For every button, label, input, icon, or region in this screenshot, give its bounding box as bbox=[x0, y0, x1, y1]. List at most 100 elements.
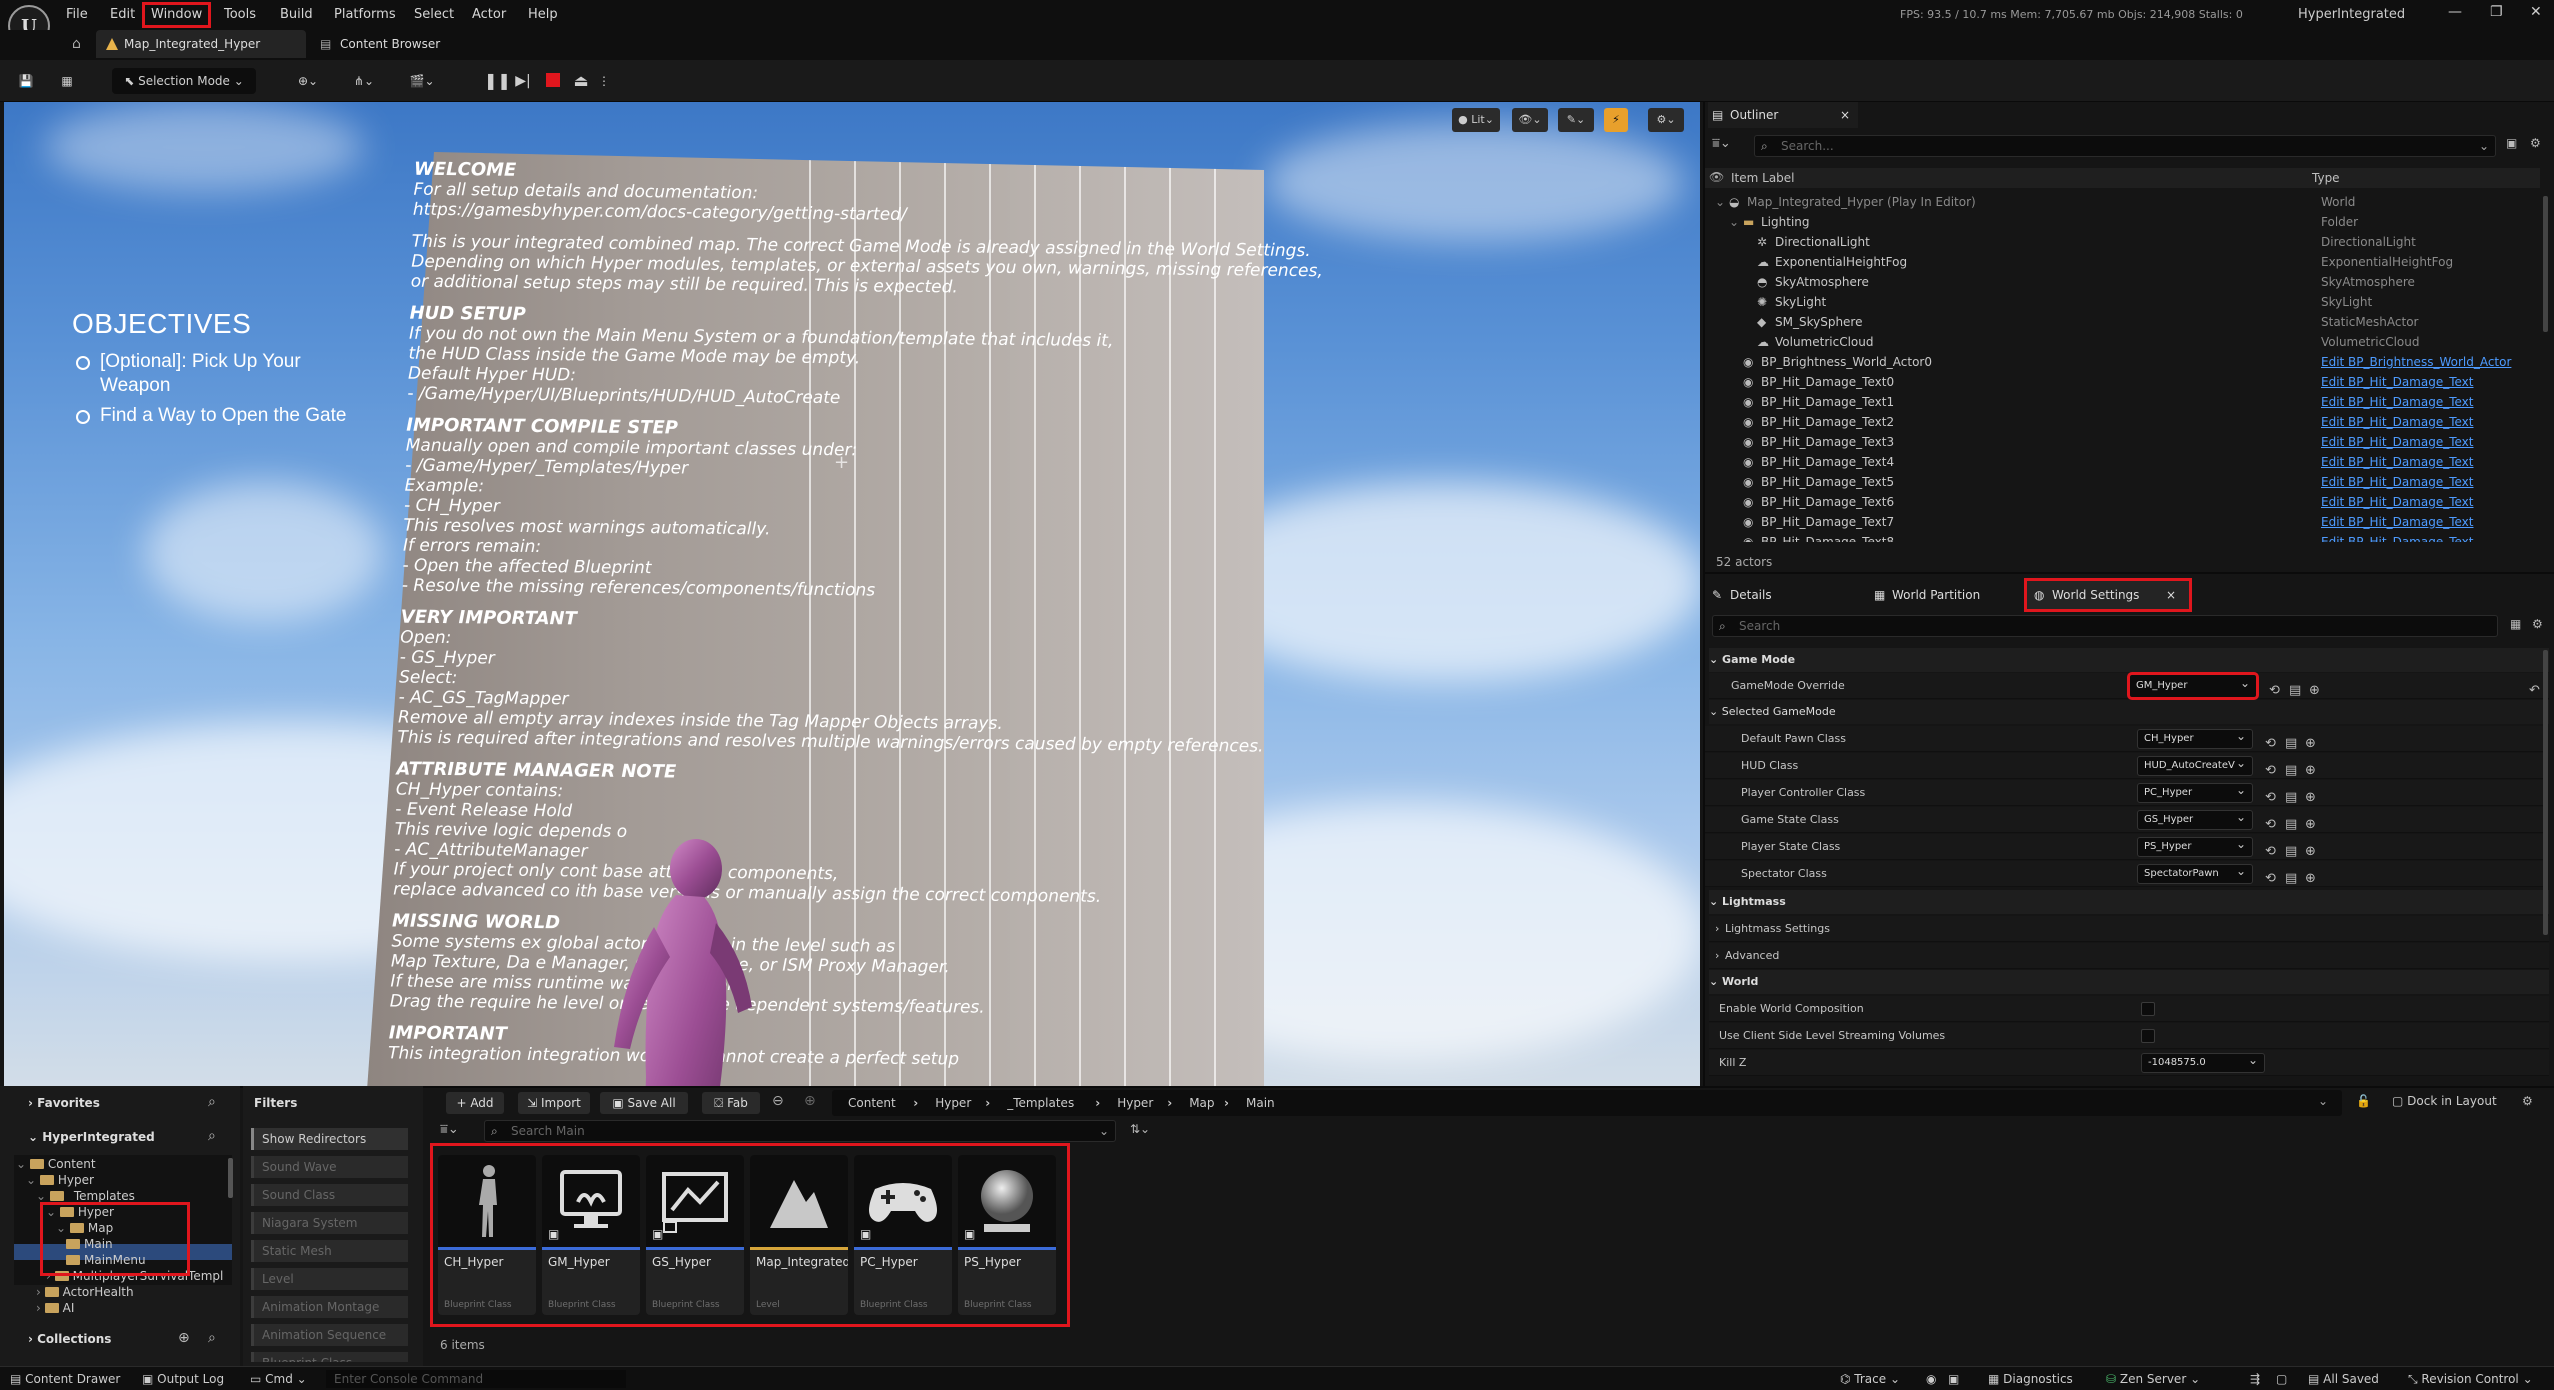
notifications-icon[interactable]: ▢ bbox=[2276, 1370, 2287, 1388]
search-icon[interactable]: ⌕ bbox=[208, 1330, 216, 1346]
realtime-icon[interactable]: ⚡ bbox=[1604, 108, 1628, 132]
menu-select[interactable]: Select bbox=[410, 4, 458, 26]
filter-chip[interactable]: Sound Wave bbox=[251, 1156, 408, 1178]
filter-chip[interactable]: Niagara System bbox=[251, 1212, 408, 1234]
filter-chip[interactable]: Static Mesh bbox=[251, 1240, 408, 1262]
content-drawer-button[interactable]: ▤ Content Drawer bbox=[10, 1370, 120, 1388]
outliner-settings-icon[interactable]: ⚙ bbox=[2530, 136, 2541, 150]
prop-class-combo[interactable]: PC_Hyper bbox=[2137, 783, 2253, 803]
add-button[interactable]: + Add bbox=[446, 1092, 504, 1114]
search-icon[interactable]: ⌕ bbox=[208, 1128, 216, 1144]
outliner-item-type[interactable]: Edit BP_Hit_Damage_Text bbox=[2321, 412, 2474, 432]
client-side-streaming-checkbox[interactable] bbox=[2141, 1029, 2155, 1043]
all-saved-button[interactable]: ▤ All Saved bbox=[2308, 1370, 2379, 1388]
menu-window[interactable]: Window bbox=[141, 2, 212, 28]
menu-help[interactable]: Help bbox=[524, 4, 562, 26]
tab-world-settings[interactable]: ◍ World Settings × bbox=[2024, 578, 2192, 612]
history-back-icon[interactable]: ⊖ bbox=[772, 1093, 784, 1109]
breadcrumb-item[interactable]: Hyper bbox=[935, 1094, 971, 1112]
visibility-icon[interactable]: 👁 bbox=[1709, 170, 1724, 184]
eject-icon[interactable]: ⏏ bbox=[570, 68, 592, 94]
screenshot-icon[interactable]: ▣ bbox=[1948, 1370, 1959, 1388]
outliner-row[interactable]: ✺ SkyLight SkyLight bbox=[1705, 292, 2525, 312]
outliner-item-type[interactable]: Edit BP_Hit_Damage_Text bbox=[2321, 492, 2474, 512]
outliner-row[interactable]: ◉ BP_Hit_Damage_Text6 Edit BP_Hit_Damage_T… bbox=[1705, 492, 2525, 512]
breadcrumb-item[interactable]: Hyper bbox=[1117, 1094, 1153, 1112]
more-options-icon[interactable]: ⋮ bbox=[598, 68, 610, 94]
zen-server-button[interactable]: ⛁ Zen Server ⌄ bbox=[2106, 1370, 2200, 1388]
breadcrumb-item[interactable]: _Templates bbox=[1007, 1094, 1074, 1112]
add-folder-icon[interactable]: ▣ bbox=[2506, 136, 2517, 150]
asset-tile[interactable]: ▣ GM_Hyper Blueprint Class bbox=[542, 1155, 640, 1315]
browse-asset-icon[interactable]: ▤ bbox=[2285, 866, 2297, 892]
pause-icon[interactable]: ❚❚ bbox=[484, 68, 511, 94]
outliner-item-type[interactable]: Edit BP_Hit_Damage_Text bbox=[2321, 512, 2474, 532]
sort-icon[interactable]: ⇅⌄ bbox=[1130, 1122, 1150, 1136]
lit-mode-button[interactable]: ● Lit⌄ bbox=[1452, 108, 1500, 132]
outliner-item-type[interactable]: Edit BP_Hit_Damage_Text bbox=[2321, 472, 2474, 492]
cinematics-icon[interactable]: 🎬⌄ bbox=[402, 68, 442, 94]
breadcrumb-item[interactable]: Content bbox=[848, 1094, 896, 1112]
prop-class-combo[interactable]: GS_Hyper bbox=[2137, 810, 2253, 830]
details-search-input[interactable]: ⌕ Search bbox=[1712, 615, 2498, 637]
menu-edit[interactable]: Edit bbox=[106, 4, 139, 26]
outliner-row[interactable]: ◉ BP_Hit_Damage_Text8 Edit BP_Hit_Damage_T… bbox=[1705, 532, 2525, 542]
folder-tree-item[interactable]: ⌄ Content bbox=[16, 1156, 96, 1172]
outliner-row[interactable]: ☁ ExponentialHeightFog ExponentialHeightFo… bbox=[1705, 252, 2525, 272]
tab-details[interactable]: ✎ Details bbox=[1708, 582, 1858, 608]
add-new-icon[interactable]: ⊕ bbox=[2305, 866, 2316, 892]
history-forward-icon[interactable]: ⊕ bbox=[804, 1093, 816, 1109]
close-tab-icon[interactable]: × bbox=[2166, 580, 2176, 610]
minimize-icon[interactable]: — bbox=[2448, 4, 2462, 20]
details-scrollbar[interactable] bbox=[2543, 650, 2548, 935]
close-tab-icon[interactable]: × bbox=[1840, 102, 1850, 128]
kill-z-input[interactable]: -1048575.0 bbox=[2141, 1053, 2265, 1073]
filter-chip[interactable]: Animation Montage bbox=[251, 1296, 408, 1318]
save-all-button[interactable]: ▣ Save All bbox=[600, 1092, 688, 1114]
category-game-mode[interactable]: ⌄ Game Mode bbox=[1709, 648, 2549, 672]
use-selected-icon[interactable]: ⟲ bbox=[2265, 866, 2276, 892]
menu-actor[interactable]: Actor bbox=[468, 4, 510, 26]
maximize-icon[interactable]: ❐ bbox=[2490, 4, 2503, 20]
cmd-button[interactable]: ▭ Cmd ⌄ bbox=[250, 1370, 307, 1388]
asset-tile[interactable]: CH_Hyper Blueprint Class bbox=[438, 1155, 536, 1315]
outliner-search-input[interactable]: ⌕ Search... ⌄ bbox=[1754, 135, 2496, 157]
filter-icon[interactable]: ⩸⌄ bbox=[440, 1122, 459, 1137]
outliner-row[interactable]: ◆ SM_SkySphere StaticMeshActor bbox=[1705, 312, 2525, 332]
cb-search-input[interactable]: ⌕ Search Main ⌄ bbox=[484, 1120, 1116, 1142]
source-control-icon[interactable]: ⇶ bbox=[2250, 1370, 2260, 1388]
collections-header[interactable]: › Collections bbox=[28, 1332, 111, 1346]
menu-build[interactable]: Build bbox=[276, 4, 317, 26]
tree-scrollbar[interactable] bbox=[228, 1158, 233, 1198]
import-button[interactable]: ⇲ Import bbox=[518, 1092, 590, 1114]
outliner-item-type[interactable]: Edit BP_Hit_Damage_Text bbox=[2321, 372, 2474, 392]
breadcrumb-item[interactable]: Main bbox=[1246, 1094, 1275, 1112]
output-log-button[interactable]: ▣ Output Log bbox=[142, 1370, 224, 1388]
outliner-item-type[interactable]: Edit BP_Hit_Damage_Text bbox=[2321, 392, 2474, 412]
asset-tile[interactable]: Map_Integrated_Hyper Level bbox=[750, 1155, 848, 1315]
enable-world-composition-checkbox[interactable] bbox=[2141, 1002, 2155, 1016]
browse-icon[interactable]: ▦ bbox=[54, 68, 80, 94]
fab-button[interactable]: ⛋ Fab bbox=[702, 1092, 760, 1114]
tab-content-browser[interactable]: ▤ Content Browser bbox=[312, 30, 482, 58]
trace-button[interactable]: ⌬ Trace ⌄ bbox=[1840, 1370, 1900, 1388]
filter-icon[interactable]: ⩸⌄ bbox=[1712, 136, 1731, 151]
gamemode-override-combo[interactable]: GM_Hyper bbox=[2127, 672, 2259, 700]
outliner-item-type[interactable]: Edit BP_Hit_Damage_Text bbox=[2321, 452, 2474, 472]
folder-tree-item[interactable]: › AI bbox=[36, 1300, 74, 1316]
category-selected-gamemode[interactable]: ⌄ Selected GameMode bbox=[1709, 700, 2549, 724]
outliner-row[interactable]: ☁ VolumetricCloud VolumetricCloud bbox=[1705, 332, 2525, 352]
menu-file[interactable]: File bbox=[62, 4, 92, 26]
collapse-icon[interactable]: ⌄ bbox=[1715, 192, 1725, 212]
folder-tree-item[interactable]: ⌄ _Templates bbox=[36, 1188, 135, 1204]
outliner-row[interactable]: ◉ BP_Hit_Damage_Text0 Edit BP_Hit_Damage_T… bbox=[1705, 372, 2525, 392]
selection-mode-dropdown[interactable]: ⬉ Selection Mode ⌄ bbox=[112, 68, 256, 94]
outliner-item-type[interactable]: Edit BP_Hit_Damage_Text bbox=[2321, 532, 2474, 542]
col-item-label[interactable]: Item Label bbox=[1731, 171, 1795, 185]
diagnostics-button[interactable]: ▦ Diagnostics bbox=[1988, 1370, 2073, 1388]
outliner-row[interactable]: ⌄ ▬ Lighting Folder bbox=[1705, 212, 2525, 232]
level-viewport[interactable]: WELCOME For all setup details and documen… bbox=[4, 102, 1700, 1086]
home-icon[interactable]: ⌂ bbox=[72, 36, 81, 52]
chevron-down-icon[interactable]: ⌄ bbox=[2318, 1094, 2328, 1108]
col-type[interactable]: Type bbox=[2312, 171, 2340, 185]
